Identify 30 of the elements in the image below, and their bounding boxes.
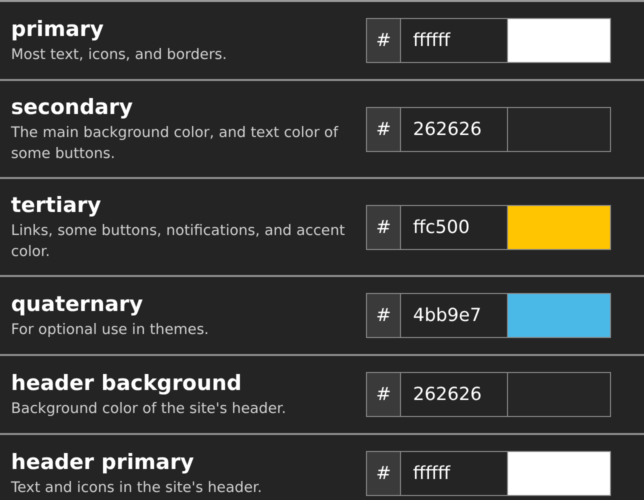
- hash-label: #: [366, 204, 401, 250]
- color-swatch[interactable]: [508, 18, 611, 63]
- setting-description: Links, some buttons, notifications, and accent color.: [11, 222, 346, 262]
- hex-input-field[interactable]: 4bb9e7: [401, 293, 508, 338]
- color-swatch[interactable]: [508, 106, 611, 152]
- setting-name: quaternary: [11, 290, 144, 316]
- setting-name: secondary: [11, 94, 134, 120]
- hash-label: #: [366, 451, 401, 496]
- hex-input-field[interactable]: ffffff: [401, 18, 508, 63]
- hex-input-field[interactable]: 262626: [401, 372, 508, 417]
- hash-label: #: [366, 372, 401, 417]
- setting-name: header primary: [11, 448, 195, 474]
- color-swatch[interactable]: [508, 451, 611, 496]
- setting-name: tertiary: [11, 192, 102, 218]
- setting-description: Most text, icons, and borders.: [11, 46, 227, 64]
- color-swatch[interactable]: [508, 372, 611, 417]
- setting-description: Text and icons in the site's header.: [11, 478, 262, 498]
- setting-description: For optional use in themes.: [11, 320, 209, 340]
- setting-description: Background color of the site's header.: [11, 400, 286, 418]
- setting-description: The main background color, and text color of some buttons.: [11, 124, 340, 164]
- hash-label: #: [366, 106, 401, 152]
- hex-input-field[interactable]: ffc500: [401, 204, 508, 250]
- setting-name: primary: [11, 16, 105, 42]
- hex-input-field[interactable]: ffffff: [401, 451, 508, 496]
- color-swatch[interactable]: [508, 204, 611, 250]
- hex-input-field[interactable]: 262626: [401, 106, 508, 152]
- hash-label: #: [366, 293, 401, 338]
- hash-label: #: [366, 18, 401, 63]
- setting-name: header background: [11, 370, 243, 396]
- color-swatch[interactable]: [508, 293, 611, 338]
